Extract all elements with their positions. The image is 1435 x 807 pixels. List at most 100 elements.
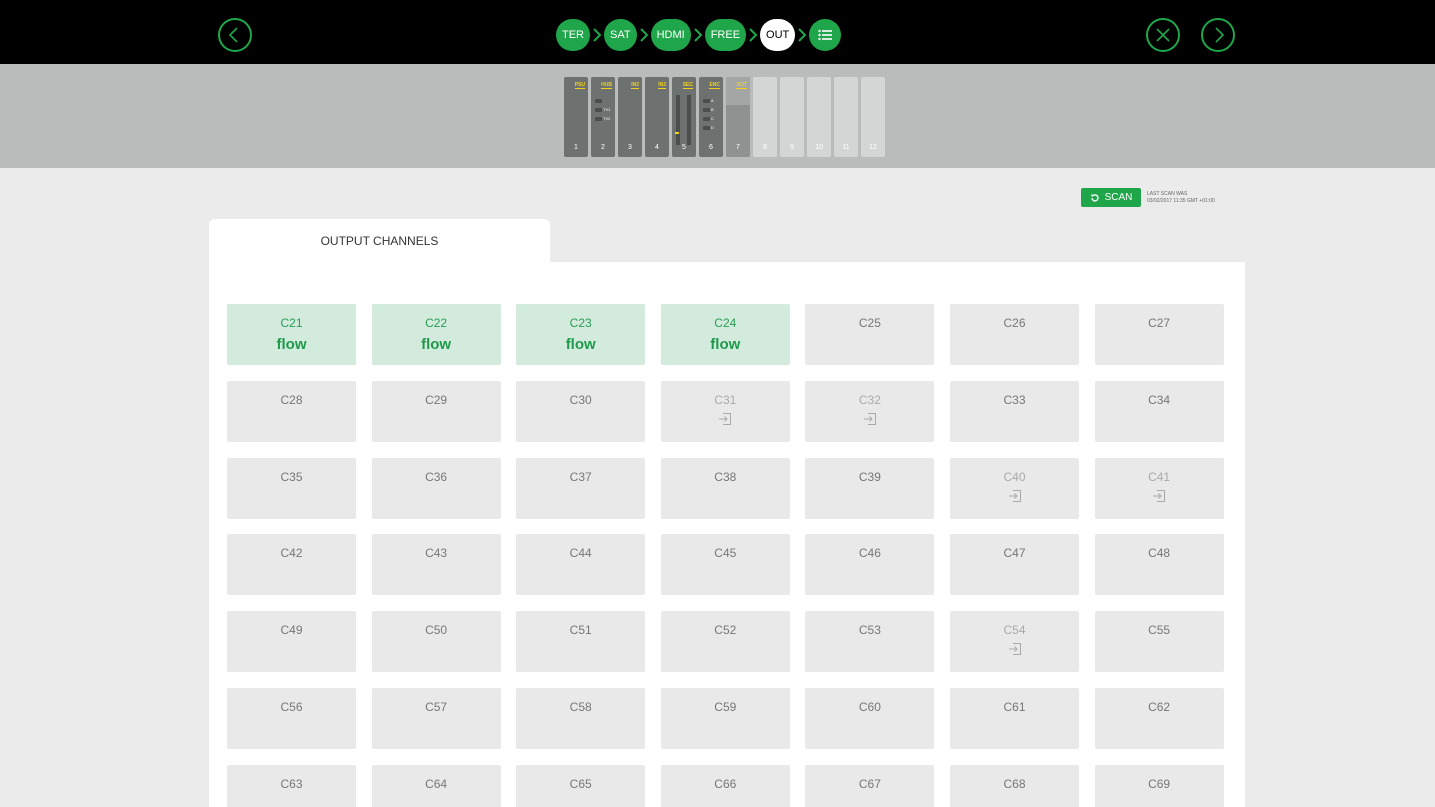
channel-tile[interactable]: C64 [371, 764, 501, 807]
module-slot-8[interactable]: 8 [753, 77, 777, 157]
module-slot-9[interactable]: 9 [780, 77, 804, 157]
channel-tile[interactable]: C32 [805, 380, 935, 442]
next-button[interactable] [1201, 18, 1235, 52]
channel-tile[interactable]: C22 flow [371, 304, 501, 365]
channel-tile[interactable]: C31 [660, 380, 790, 442]
channel-tile[interactable]: C65 [516, 764, 646, 807]
module-name: IN2 [658, 82, 666, 89]
close-button[interactable] [1146, 18, 1180, 52]
channel-tile[interactable]: C56 [227, 688, 356, 749]
slot-number: 11 [842, 144, 850, 151]
module-slot-2[interactable]: HUB TV1 TV2 2 [591, 77, 615, 157]
module-slot-10[interactable]: 10 [807, 77, 831, 157]
channel-tile[interactable]: C27 [1094, 304, 1224, 365]
channel-tile[interactable]: C34 [1094, 380, 1224, 442]
channel-tile[interactable]: C54 [950, 611, 1079, 673]
channel-tile[interactable]: C37 [516, 457, 646, 519]
channel-tile[interactable]: C57 [371, 688, 501, 749]
channel-name: C62 [1148, 700, 1171, 714]
tab-output-channels[interactable]: OUTPUT CHANNELS [209, 219, 550, 267]
step-out[interactable]: OUT [760, 19, 796, 51]
channel-tile[interactable]: C59 [660, 688, 790, 749]
channel-tile[interactable]: C61 [950, 688, 1079, 749]
module-slot-7[interactable]: OUT 7 [726, 77, 750, 157]
tab-label: OUTPUT CHANNELS [320, 234, 439, 248]
port-label: TV1 [603, 107, 611, 112]
channel-name: C40 [1003, 469, 1026, 484]
last-scan-time: 03/02/2017 11:35 GMT +01:00 [1147, 198, 1215, 204]
channel-tile[interactable]: C62 [1094, 688, 1224, 749]
channel-tile[interactable]: C28 [227, 380, 356, 442]
step-ter[interactable]: TER [556, 19, 590, 51]
channel-name: C52 [714, 623, 737, 638]
channel-tile[interactable]: C58 [516, 688, 646, 749]
channel-tile[interactable]: C38 [660, 457, 790, 519]
channel-tile[interactable]: C63 [227, 764, 356, 807]
input-icon [1152, 489, 1166, 503]
channel-tile[interactable]: C40 [950, 457, 1079, 519]
channel-name: C59 [714, 700, 737, 714]
channel-tile[interactable]: C35 [227, 457, 356, 519]
module-slot-4[interactable]: IN2 4 [645, 77, 669, 157]
channel-tile[interactable]: C42 [227, 534, 356, 596]
channel-tile[interactable]: C46 [805, 534, 935, 596]
slot-number: 3 [628, 144, 632, 151]
module-slot-6[interactable]: ENC A B C D 6 [699, 77, 723, 157]
input-icon [1008, 489, 1022, 503]
slot-number: 5 [682, 144, 686, 151]
slot-number: 9 [790, 144, 794, 151]
channel-tile[interactable]: C41 [1094, 457, 1224, 519]
channel-tile[interactable]: C25 [805, 304, 935, 365]
channel-tile[interactable]: C50 [371, 611, 501, 673]
slot-number: 7 [736, 144, 740, 151]
channel-tile[interactable]: C49 [227, 611, 356, 673]
channel-tile[interactable]: C43 [371, 534, 501, 596]
channel-tile[interactable]: C33 [950, 380, 1079, 442]
channel-tile[interactable]: C39 [805, 457, 935, 519]
channel-tile[interactable]: C60 [805, 688, 935, 749]
channel-tile[interactable]: C53 [805, 611, 935, 673]
channel-tile[interactable]: C23 flow [516, 304, 646, 365]
channel-tile[interactable]: C52 [660, 611, 790, 673]
port-label: A [711, 98, 714, 103]
scan-button[interactable]: SCAN [1081, 188, 1141, 207]
channel-tile[interactable]: C21 flow [227, 304, 356, 365]
slot-number: 4 [655, 144, 659, 151]
channel-tile[interactable]: C24 flow [660, 304, 790, 365]
channel-tile[interactable]: C69 [1094, 764, 1224, 807]
channel-tile[interactable]: C48 [1094, 534, 1224, 596]
channel-name: C43 [425, 546, 448, 561]
channel-tile[interactable]: C55 [1094, 611, 1224, 673]
channel-tile[interactable]: C30 [516, 380, 646, 442]
module-port [595, 99, 602, 103]
step-free[interactable]: FREE [704, 19, 747, 51]
step-hdmi[interactable]: HDMI [650, 19, 691, 51]
module-slot-5[interactable]: SEC 5 [672, 77, 696, 157]
channel-name: C64 [425, 776, 448, 791]
module-name: PSU [574, 82, 585, 89]
channel-tile[interactable]: C66 [660, 764, 790, 807]
module-name: ENC [709, 82, 720, 89]
module-rack: PSU 1 HUB TV1 TV2 2 IN2 3 IN2 4 SEC 5 ENC A B C D 6 OUT 7 8 9… [0, 64, 1435, 168]
slot-number: 12 [869, 144, 877, 151]
channel-tile[interactable]: C26 [950, 304, 1079, 365]
channel-tile[interactable]: C47 [950, 534, 1079, 596]
module-slot-1[interactable]: PSU 1 [564, 77, 588, 157]
channel-tile[interactable]: C44 [516, 534, 646, 596]
step-summary[interactable] [809, 19, 842, 51]
channel-tile[interactable]: C36 [371, 457, 501, 519]
channel-tile[interactable]: C45 [660, 534, 790, 596]
channel-tile[interactable]: C68 [950, 764, 1079, 807]
channel-name: C33 [1003, 392, 1026, 407]
port-label: D [711, 125, 714, 130]
back-button[interactable] [218, 18, 252, 52]
module-slot-12[interactable]: 12 [861, 77, 885, 157]
module-slot-11[interactable]: 11 [834, 77, 858, 157]
module-slot-3[interactable]: IN2 3 [618, 77, 642, 157]
channel-tile[interactable]: C67 [805, 764, 935, 807]
channel-tile[interactable]: C51 [516, 611, 646, 673]
top-navigation-bar: TER SAT HDMI FREE OUT [0, 0, 1435, 64]
channel-tile[interactable]: C29 [371, 380, 501, 442]
step-sat[interactable]: SAT [604, 19, 637, 51]
module-port [703, 99, 710, 103]
